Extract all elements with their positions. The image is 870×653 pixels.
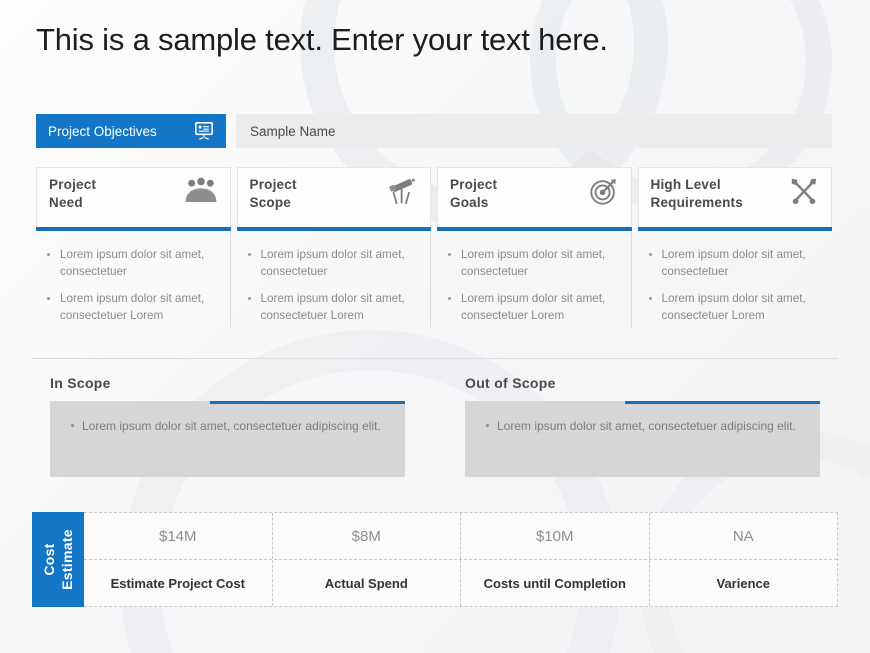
- pillar-title-line1: Project: [450, 177, 498, 192]
- cost-estimate-label: Cost Estimate: [32, 512, 84, 607]
- pillar-title-line1: Project: [249, 177, 297, 192]
- pillar-title-line2: Need: [49, 195, 83, 211]
- cost-name: Actual Spend: [324, 575, 408, 591]
- list-item: Lorem ipsum dolor sit amet, consectetuer…: [47, 291, 220, 325]
- cost-estimate-section: Cost Estimate $14M $8M $10M NA Estimate …: [32, 512, 838, 607]
- cost-value-cell[interactable]: NA: [650, 513, 838, 559]
- slide-canvas: This is a sample text. Enter your text h…: [0, 0, 870, 653]
- scope-box: Lorem ipsum dolor sit amet, consectetuer…: [465, 401, 820, 477]
- pillar-header: High Level Requirements: [637, 167, 832, 227]
- cost-estimate-label-line2: Estimate: [58, 529, 75, 590]
- section-divider: [32, 358, 838, 359]
- cost-estimate-table: $14M $8M $10M NA Estimate Project Cost A…: [84, 512, 838, 607]
- scope-box: Lorem ipsum dolor sit amet, consectetuer…: [50, 401, 405, 477]
- list-item: Lorem ipsum dolor sit amet, consectetuer: [448, 247, 621, 281]
- cost-names-row: Estimate Project Cost Actual Spend Costs…: [84, 560, 837, 606]
- list-item: Lorem ipsum dolor sit amet, consectetuer: [648, 247, 823, 281]
- telescope-icon: [386, 176, 418, 206]
- list-item: Lorem ipsum dolor sit amet, consectetuer…: [71, 417, 387, 435]
- pillar-header: Project Need: [36, 167, 231, 227]
- project-name-field[interactable]: Sample Name: [236, 114, 832, 148]
- pillar-body: Lorem ipsum dolor sit amet, consectetuer…: [36, 231, 231, 327]
- scope-in-scope[interactable]: In Scope Lorem ipsum dolor sit amet, con…: [50, 375, 405, 477]
- cost-value: NA: [732, 527, 754, 545]
- cost-value-cell[interactable]: $14M: [84, 513, 273, 559]
- pillar-bullet-list: Lorem ipsum dolor sit amet, consectetuer…: [443, 247, 621, 325]
- pillar-title: Project Goals: [450, 176, 497, 212]
- cost-value: $8M: [351, 527, 381, 545]
- pillar-bullet-list: Lorem ipsum dolor sit amet, consectetuer…: [42, 247, 220, 325]
- pillar-title-line2: Goals: [450, 195, 489, 211]
- pillars-row: Project Need Lorem ipsum dolor sit amet,…: [36, 167, 832, 327]
- pillar-header: Project Goals: [437, 167, 632, 227]
- scope-title: Out of Scope: [465, 375, 556, 391]
- pillar-project-scope[interactable]: Project Scope Lorem ipsum dolor sit amet…: [236, 167, 431, 327]
- team-group-icon: [184, 176, 218, 204]
- list-item: Lorem ipsum dolor sit amet, consectetuer…: [648, 291, 823, 325]
- pillar-body: Lorem ipsum dolor sit amet, consectetuer…: [437, 231, 632, 327]
- scope-row: In Scope Lorem ipsum dolor sit amet, con…: [50, 375, 840, 477]
- pillar-title-line2: Requirements: [650, 195, 743, 211]
- cost-name-cell[interactable]: Costs until Completion: [461, 560, 650, 606]
- cost-name: Estimate Project Cost: [110, 575, 245, 591]
- pillar-title: Project Scope: [250, 176, 297, 212]
- list-item: Lorem ipsum dolor sit amet, consectetuer…: [448, 291, 621, 325]
- pillar-project-goals[interactable]: Project Goals Lorem ipsum dolor sit amet…: [437, 167, 632, 327]
- cost-name: Varience: [716, 575, 771, 591]
- list-item: Lorem ipsum dolor sit amet, consectetuer: [47, 247, 220, 281]
- cost-value-cell[interactable]: $8M: [273, 513, 461, 559]
- cost-name: Costs until Completion: [483, 575, 626, 591]
- pillar-title-line1: Project: [49, 177, 97, 192]
- pillar-title: High Level Requirements: [651, 176, 743, 212]
- tab-project-objectives[interactable]: Project Objectives: [36, 114, 226, 148]
- cost-value: $10M: [535, 527, 574, 545]
- cost-name-cell[interactable]: Estimate Project Cost: [84, 560, 273, 606]
- pillar-title-line1: High Level: [650, 177, 721, 192]
- pillar-bullet-list: Lorem ipsum dolor sit amet, consectetuer…: [243, 247, 421, 325]
- pillar-title: Project Need: [49, 176, 96, 212]
- cost-name-cell[interactable]: Varience: [650, 560, 838, 606]
- list-item: Lorem ipsum dolor sit amet, consectetuer…: [486, 417, 802, 435]
- cost-values-row: $14M $8M $10M NA: [84, 513, 837, 560]
- cost-value: $14M: [158, 527, 197, 545]
- pillar-title-line2: Scope: [249, 195, 292, 211]
- cost-estimate-label-line1: Cost: [40, 543, 57, 576]
- scope-title: In Scope: [50, 375, 111, 391]
- scope-bullet-list: Lorem ipsum dolor sit amet, consectetuer…: [66, 417, 387, 435]
- page-title: This is a sample text. Enter your text h…: [36, 22, 608, 57]
- project-name-value: Sample Name: [250, 123, 336, 139]
- scope-bullet-list: Lorem ipsum dolor sit amet, consectetuer…: [481, 417, 802, 435]
- tools-wrench-screwdriver-icon: [789, 176, 819, 206]
- cost-name-cell[interactable]: Actual Spend: [273, 560, 461, 606]
- pillar-header: Project Scope: [236, 167, 431, 227]
- pillar-body: Lorem ipsum dolor sit amet, consectetuer…: [638, 231, 833, 327]
- pillar-project-need[interactable]: Project Need Lorem ipsum dolor sit amet,…: [36, 167, 231, 327]
- header-bar: Project Objectives Sample Name: [36, 114, 832, 148]
- pillar-high-level-requirements[interactable]: High Level Requirements Lorem ipsum dolo…: [637, 167, 833, 327]
- list-item: Lorem ipsum dolor sit amet, consectetuer: [247, 247, 421, 281]
- pillar-bullet-list: Lorem ipsum dolor sit amet, consectetuer…: [644, 247, 823, 325]
- presentation-board-icon: [194, 122, 214, 140]
- cost-value-cell[interactable]: $10M: [461, 513, 650, 559]
- scope-out-of-scope[interactable]: Out of Scope Lorem ipsum dolor sit amet,…: [465, 375, 820, 477]
- list-item: Lorem ipsum dolor sit amet, consectetuer…: [247, 291, 421, 325]
- target-bullseye-icon: [589, 176, 619, 206]
- pillar-body: Lorem ipsum dolor sit amet, consectetuer…: [237, 231, 431, 327]
- cost-estimate-label-text: Cost Estimate: [41, 529, 76, 590]
- tab-project-objectives-label: Project Objectives: [48, 123, 157, 139]
